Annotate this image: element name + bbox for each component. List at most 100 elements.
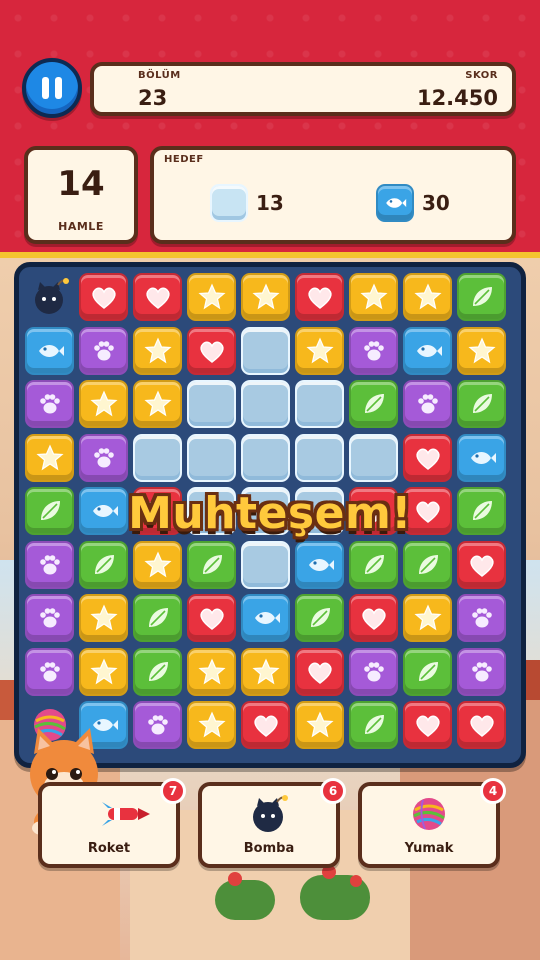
heart-icon <box>361 608 386 630</box>
heart-tile[interactable] <box>403 433 452 482</box>
ice-tile[interactable] <box>241 326 290 375</box>
fish-tile[interactable] <box>241 594 290 642</box>
leaf-icon <box>418 661 438 681</box>
heart-tile[interactable] <box>187 594 236 642</box>
leaf-tile[interactable] <box>133 647 182 696</box>
ice-tile[interactable] <box>133 433 182 482</box>
paw-icon <box>39 554 60 574</box>
star-tile[interactable] <box>133 326 182 375</box>
combo-text: Muhteşem! <box>128 488 412 539</box>
heart-icon <box>307 287 332 309</box>
paw-tile[interactable] <box>349 326 398 375</box>
leaf-tile[interactable] <box>349 540 398 589</box>
heart-icon <box>145 287 170 309</box>
star-icon <box>35 444 64 470</box>
star-tile[interactable] <box>241 647 290 696</box>
ice-tile[interactable] <box>349 433 398 482</box>
leaf-tile[interactable] <box>349 701 398 749</box>
paw-tile[interactable] <box>79 433 128 482</box>
heart-tile[interactable] <box>457 540 506 589</box>
star-tile[interactable] <box>403 273 452 321</box>
heart-tile[interactable] <box>241 701 290 749</box>
heart-tile[interactable] <box>349 594 398 642</box>
star-tile[interactable] <box>349 273 398 321</box>
leaf-icon <box>148 608 168 627</box>
bomb-tile[interactable] <box>25 273 74 321</box>
booster-yarn[interactable]: 4 Yumak <box>358 778 506 868</box>
paw-tile[interactable] <box>25 647 74 696</box>
booster-bomb[interactable]: 6 Bomba <box>198 778 346 868</box>
rocket-icon <box>102 802 150 826</box>
ice-tile[interactable] <box>187 380 236 428</box>
heart-icon <box>469 555 494 577</box>
heart-tile[interactable] <box>79 273 128 321</box>
score-label: SKOR <box>465 70 498 81</box>
leaf-tile[interactable] <box>457 273 506 321</box>
star-tile[interactable] <box>187 701 236 749</box>
heart-tile[interactable] <box>403 701 452 749</box>
paw-icon <box>39 608 60 628</box>
pause-button[interactable] <box>22 58 82 118</box>
booster-rocket[interactable]: 7 Roket <box>38 778 186 868</box>
goal-panel: HEDEF 13 30 <box>150 146 516 244</box>
rocket-label: Roket <box>87 841 131 856</box>
leaf-tile[interactable] <box>295 594 344 642</box>
heart-icon <box>469 715 494 737</box>
heart-tile[interactable] <box>295 647 344 696</box>
ice-tile[interactable] <box>295 433 344 482</box>
leaf-tile[interactable] <box>133 594 182 642</box>
paw-tile[interactable] <box>25 540 74 589</box>
star-tile[interactable] <box>187 273 236 321</box>
level-label: BÖLÜM <box>138 70 181 81</box>
leaf-tile[interactable] <box>79 540 128 589</box>
paw-tile[interactable] <box>79 326 128 375</box>
star-icon <box>413 604 442 631</box>
ice-cube-icon <box>210 184 248 222</box>
leaf-tile[interactable] <box>187 540 236 589</box>
star-tile[interactable] <box>295 326 344 375</box>
star-icon <box>197 711 226 738</box>
leaf-tile[interactable] <box>349 380 398 428</box>
star-tile[interactable] <box>133 380 182 428</box>
ice-tile[interactable] <box>241 380 290 428</box>
star-tile[interactable] <box>295 701 344 749</box>
paw-tile[interactable] <box>403 380 452 428</box>
fish-tile[interactable] <box>457 433 506 482</box>
paw-icon <box>417 394 438 414</box>
heart-tile[interactable] <box>133 273 182 321</box>
star-tile[interactable] <box>79 594 128 642</box>
star-tile[interactable] <box>457 326 506 375</box>
ice-tile[interactable] <box>241 433 290 482</box>
paw-tile[interactable] <box>349 647 398 696</box>
leaf-tile[interactable] <box>403 647 452 696</box>
leaf-tile[interactable] <box>457 380 506 428</box>
paw-tile[interactable] <box>25 380 74 428</box>
paw-tile[interactable] <box>133 701 182 749</box>
ice-tile[interactable] <box>295 380 344 428</box>
fish-tile[interactable] <box>403 326 452 375</box>
fish-tile[interactable] <box>295 540 344 589</box>
star-tile[interactable] <box>133 540 182 589</box>
ice-tile[interactable] <box>241 540 290 589</box>
ice-tile[interactable] <box>187 433 236 482</box>
heart-tile[interactable] <box>295 273 344 321</box>
paw-tile[interactable] <box>457 647 506 696</box>
star-tile[interactable] <box>25 433 74 482</box>
paw-tile[interactable] <box>457 594 506 642</box>
fish-icon <box>254 612 280 624</box>
fish-tile[interactable] <box>25 326 74 375</box>
star-tile[interactable] <box>403 594 452 642</box>
paw-icon <box>363 340 384 360</box>
star-tile[interactable] <box>187 647 236 696</box>
leaf-tile[interactable] <box>403 540 452 589</box>
heart-tile[interactable] <box>457 701 506 749</box>
paw-tile[interactable] <box>25 594 74 642</box>
star-tile[interactable] <box>241 273 290 321</box>
star-tile[interactable] <box>79 380 128 428</box>
star-tile[interactable] <box>79 647 128 696</box>
star-icon <box>251 658 280 684</box>
star-icon <box>143 551 172 577</box>
leaf-icon <box>472 394 492 413</box>
star-icon <box>305 337 334 363</box>
heart-tile[interactable] <box>187 326 236 375</box>
